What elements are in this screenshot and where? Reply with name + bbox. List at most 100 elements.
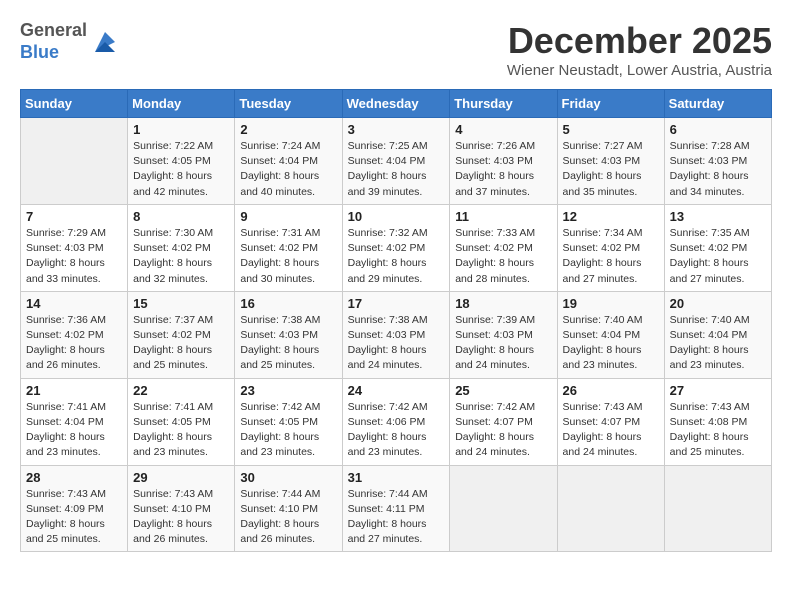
- calendar-cell: 6 Sunrise: 7:28 AMSunset: 4:03 PMDaylight…: [664, 118, 771, 205]
- weekday-header-sunday: Sunday: [21, 90, 128, 118]
- day-number: 29: [133, 470, 229, 485]
- day-info: Sunrise: 7:43 AMSunset: 4:07 PMDaylight:…: [563, 400, 659, 461]
- calendar-cell: 16Sunrise: 7:38 AMSunset: 4:03 PMDayligh…: [235, 291, 342, 378]
- day-info: Sunrise: 7:31 AMSunset: 4:02 PMDaylight:…: [240, 226, 336, 287]
- calendar-cell: 13 Sunrise: 7:35 AMSunset: 4:02 PMDayligh…: [664, 204, 771, 291]
- weekday-header-monday: Monday: [128, 90, 235, 118]
- weekday-header-friday: Friday: [557, 90, 664, 118]
- day-info: Sunrise: 7:39 AMSunset: 4:03 PMDaylight:…: [455, 313, 551, 374]
- day-info: Sunrise: 7:32 AMSunset: 4:02 PMDaylight:…: [348, 226, 445, 287]
- day-number: 27: [670, 383, 766, 398]
- weekday-header-row: SundayMondayTuesdayWednesdayThursdayFrid…: [21, 90, 772, 118]
- day-info: Sunrise: 7:42 AMSunset: 4:06 PMDaylight:…: [348, 400, 445, 461]
- day-number: 18: [455, 296, 551, 311]
- weekday-header-wednesday: Wednesday: [342, 90, 450, 118]
- day-info: Sunrise: 7:44 AMSunset: 4:10 PMDaylight:…: [240, 487, 336, 548]
- calendar-cell: [450, 465, 557, 552]
- calendar-cell: 24Sunrise: 7:42 AMSunset: 4:06 PMDayligh…: [342, 378, 450, 465]
- day-number: 8: [133, 209, 229, 224]
- calendar-cell: 27 Sunrise: 7:43 AMSunset: 4:08 PMDayligh…: [664, 378, 771, 465]
- day-info: Sunrise: 7:24 AMSunset: 4:04 PMDaylight:…: [240, 139, 336, 200]
- calendar-cell: 10 Sunrise: 7:32 AMSunset: 4:02 PMDayligh…: [342, 204, 450, 291]
- calendar-cell: 30 Sunrise: 7:44 AMSunset: 4:10 PMDayligh…: [235, 465, 342, 552]
- calendar-cell: 26 Sunrise: 7:43 AMSunset: 4:07 PMDayligh…: [557, 378, 664, 465]
- day-number: 22: [133, 383, 229, 398]
- calendar-cell: 7Sunrise: 7:29 AMSunset: 4:03 PMDaylight…: [21, 204, 128, 291]
- day-number: 12: [563, 209, 659, 224]
- day-number: 19: [563, 296, 659, 311]
- weekday-header-tuesday: Tuesday: [235, 90, 342, 118]
- day-info: Sunrise: 7:34 AMSunset: 4:02 PMDaylight:…: [563, 226, 659, 287]
- day-number: 23: [240, 383, 336, 398]
- location-text: Wiener Neustadt, Lower Austria, Austria: [507, 62, 772, 79]
- day-info: Sunrise: 7:25 AMSunset: 4:04 PMDaylight:…: [348, 139, 445, 200]
- calendar-cell: [557, 465, 664, 552]
- day-info: Sunrise: 7:42 AMSunset: 4:05 PMDaylight:…: [240, 400, 336, 461]
- day-info: Sunrise: 7:33 AMSunset: 4:02 PMDaylight:…: [455, 226, 551, 287]
- weekday-header-saturday: Saturday: [664, 90, 771, 118]
- calendar: SundayMondayTuesdayWednesdayThursdayFrid…: [20, 89, 772, 552]
- day-info: Sunrise: 7:22 AMSunset: 4:05 PMDaylight:…: [133, 139, 229, 200]
- calendar-cell: 31 Sunrise: 7:44 AMSunset: 4:11 PMDayligh…: [342, 465, 450, 552]
- day-info: Sunrise: 7:28 AMSunset: 4:03 PMDaylight:…: [670, 139, 766, 200]
- day-number: 25: [455, 383, 551, 398]
- logo-blue-text: Blue: [20, 42, 59, 62]
- week-row-1: 1 Sunrise: 7:22 AMSunset: 4:05 PMDaylight…: [21, 118, 772, 205]
- week-row-5: 28Sunrise: 7:43 AMSunset: 4:09 PMDayligh…: [21, 465, 772, 552]
- day-info: Sunrise: 7:42 AMSunset: 4:07 PMDaylight:…: [455, 400, 551, 461]
- day-number: 15: [133, 296, 229, 311]
- calendar-cell: 25 Sunrise: 7:42 AMSunset: 4:07 PMDayligh…: [450, 378, 557, 465]
- day-number: 28: [26, 470, 122, 485]
- calendar-cell: 17 Sunrise: 7:38 AMSunset: 4:03 PMDayligh…: [342, 291, 450, 378]
- week-row-4: 21Sunrise: 7:41 AMSunset: 4:04 PMDayligh…: [21, 378, 772, 465]
- calendar-cell: 8 Sunrise: 7:30 AMSunset: 4:02 PMDaylight…: [128, 204, 235, 291]
- calendar-cell: 5 Sunrise: 7:27 AMSunset: 4:03 PMDaylight…: [557, 118, 664, 205]
- header: General Blue December 2025 Wiener Neusta…: [20, 20, 772, 79]
- calendar-cell: 29 Sunrise: 7:43 AMSunset: 4:10 PMDayligh…: [128, 465, 235, 552]
- calendar-cell: 3Sunrise: 7:25 AMSunset: 4:04 PMDaylight…: [342, 118, 450, 205]
- day-number: 9: [240, 209, 336, 224]
- day-number: 6: [670, 122, 766, 137]
- title-area: December 2025 Wiener Neustadt, Lower Aus…: [507, 20, 772, 79]
- calendar-cell: 9 Sunrise: 7:31 AMSunset: 4:02 PMDaylight…: [235, 204, 342, 291]
- day-info: Sunrise: 7:35 AMSunset: 4:02 PMDaylight:…: [670, 226, 766, 287]
- day-number: 10: [348, 209, 445, 224]
- day-number: 5: [563, 122, 659, 137]
- day-number: 17: [348, 296, 445, 311]
- calendar-cell: 12 Sunrise: 7:34 AMSunset: 4:02 PMDayligh…: [557, 204, 664, 291]
- day-info: Sunrise: 7:26 AMSunset: 4:03 PMDaylight:…: [455, 139, 551, 200]
- day-number: 13: [670, 209, 766, 224]
- day-number: 26: [563, 383, 659, 398]
- week-row-2: 7Sunrise: 7:29 AMSunset: 4:03 PMDaylight…: [21, 204, 772, 291]
- weekday-header-thursday: Thursday: [450, 90, 557, 118]
- day-info: Sunrise: 7:40 AMSunset: 4:04 PMDaylight:…: [670, 313, 766, 374]
- day-number: 14: [26, 296, 122, 311]
- calendar-cell: 15Sunrise: 7:37 AMSunset: 4:02 PMDayligh…: [128, 291, 235, 378]
- day-number: 2: [240, 122, 336, 137]
- calendar-cell: [21, 118, 128, 205]
- day-info: Sunrise: 7:43 AMSunset: 4:10 PMDaylight:…: [133, 487, 229, 548]
- calendar-cell: 2 Sunrise: 7:24 AMSunset: 4:04 PMDaylight…: [235, 118, 342, 205]
- calendar-cell: 19Sunrise: 7:40 AMSunset: 4:04 PMDayligh…: [557, 291, 664, 378]
- day-number: 16: [240, 296, 336, 311]
- day-info: Sunrise: 7:43 AMSunset: 4:08 PMDaylight:…: [670, 400, 766, 461]
- logo: General Blue: [20, 20, 119, 63]
- calendar-cell: 28Sunrise: 7:43 AMSunset: 4:09 PMDayligh…: [21, 465, 128, 552]
- calendar-cell: 20Sunrise: 7:40 AMSunset: 4:04 PMDayligh…: [664, 291, 771, 378]
- day-info: Sunrise: 7:29 AMSunset: 4:03 PMDaylight:…: [26, 226, 122, 287]
- day-number: 30: [240, 470, 336, 485]
- day-info: Sunrise: 7:41 AMSunset: 4:05 PMDaylight:…: [133, 400, 229, 461]
- day-info: Sunrise: 7:44 AMSunset: 4:11 PMDaylight:…: [348, 487, 445, 548]
- day-info: Sunrise: 7:27 AMSunset: 4:03 PMDaylight:…: [563, 139, 659, 200]
- day-info: Sunrise: 7:30 AMSunset: 4:02 PMDaylight:…: [133, 226, 229, 287]
- month-title: December 2025: [507, 20, 772, 62]
- day-number: 31: [348, 470, 445, 485]
- day-number: 1: [133, 122, 229, 137]
- calendar-cell: 4Sunrise: 7:26 AMSunset: 4:03 PMDaylight…: [450, 118, 557, 205]
- day-number: 11: [455, 209, 551, 224]
- day-number: 21: [26, 383, 122, 398]
- day-info: Sunrise: 7:38 AMSunset: 4:03 PMDaylight:…: [348, 313, 445, 374]
- week-row-3: 14Sunrise: 7:36 AMSunset: 4:02 PMDayligh…: [21, 291, 772, 378]
- calendar-cell: 18 Sunrise: 7:39 AMSunset: 4:03 PMDayligh…: [450, 291, 557, 378]
- calendar-cell: 21Sunrise: 7:41 AMSunset: 4:04 PMDayligh…: [21, 378, 128, 465]
